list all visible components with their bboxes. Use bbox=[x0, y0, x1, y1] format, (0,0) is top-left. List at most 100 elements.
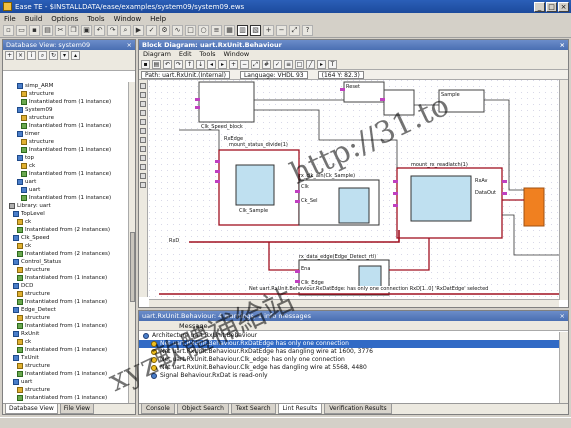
search-icon[interactable]: ⌕ bbox=[38, 51, 47, 60]
palette-bus-icon[interactable] bbox=[140, 110, 146, 116]
grid-icon[interactable]: # bbox=[262, 60, 271, 69]
menu-tools[interactable]: Tools bbox=[87, 15, 104, 23]
tree-item[interactable]: ck bbox=[3, 338, 129, 346]
back-icon[interactable]: ◂ bbox=[207, 60, 216, 69]
diagram-vscroll[interactable] bbox=[559, 80, 568, 300]
tree-item[interactable]: Instantiated from (1 instance) bbox=[3, 122, 129, 130]
message-row[interactable]: Architecture uart.RxUnit.Behaviour bbox=[139, 332, 559, 340]
tree-item[interactable]: Instantiated from (1 instance) bbox=[3, 394, 129, 402]
palette-select-icon[interactable] bbox=[140, 83, 146, 89]
palette-generic-icon[interactable] bbox=[140, 164, 146, 170]
message-row[interactable]: Net uart.RxUnit.Behaviour.RxDatEdge has … bbox=[139, 348, 559, 356]
diagram-menu-diagram[interactable]: Diagram bbox=[143, 50, 171, 59]
tree-item[interactable]: structure bbox=[3, 290, 129, 298]
fit-diagram-icon[interactable]: ⤢ bbox=[251, 60, 260, 69]
tree-item[interactable]: structure bbox=[3, 90, 129, 98]
palette-table-icon[interactable] bbox=[140, 155, 146, 161]
menu-window[interactable]: Window bbox=[114, 15, 142, 23]
paste-icon[interactable]: ▣ bbox=[81, 25, 92, 36]
palette-text-icon[interactable] bbox=[140, 128, 146, 134]
copy-icon[interactable]: ❐ bbox=[68, 25, 79, 36]
tree-item[interactable]: TopLevel bbox=[3, 210, 129, 218]
expand-icon[interactable]: ▾ bbox=[60, 51, 69, 60]
tree-item[interactable]: ck bbox=[3, 218, 129, 226]
hierarchy-path[interactable]: Path: uart.RxUnit.(Internal) bbox=[141, 70, 230, 79]
palette-wire-icon[interactable] bbox=[140, 101, 146, 107]
new-library-icon[interactable]: + bbox=[5, 51, 14, 60]
open-icon[interactable]: ▭ bbox=[16, 25, 27, 36]
tree-item[interactable]: DCD bbox=[3, 282, 129, 290]
close-diagram-icon[interactable]: × bbox=[560, 40, 568, 50]
tree-item[interactable]: Instantiated from (1 instance) bbox=[3, 298, 129, 306]
tree-item[interactable]: Instantiated from (1 instance) bbox=[3, 146, 129, 154]
output-port-block[interactable] bbox=[523, 187, 545, 227]
tree-item[interactable]: Instantiated from (1 instance) bbox=[3, 274, 129, 282]
palette-zoom-icon[interactable] bbox=[140, 182, 146, 188]
palette-comment-icon[interactable] bbox=[140, 173, 146, 179]
close-panel-icon[interactable]: × bbox=[127, 40, 135, 50]
zoom-out-diagram-icon[interactable]: − bbox=[240, 60, 249, 69]
tree-item[interactable]: structure bbox=[3, 138, 129, 146]
redo-icon[interactable]: ↷ bbox=[107, 25, 118, 36]
tree-item[interactable]: Library: uart bbox=[3, 202, 129, 210]
zoom-in-icon[interactable]: + bbox=[263, 25, 274, 36]
tab-text-search[interactable]: Text Search bbox=[230, 404, 276, 414]
message-row[interactable]: Net uart.RxUnit.Behaviour.RxDatEdge has … bbox=[139, 340, 559, 348]
language-field[interactable]: Language: VHDL 93 bbox=[239, 70, 308, 79]
tab-database-view[interactable]: Database View bbox=[5, 404, 58, 414]
tree-item[interactable]: structure bbox=[3, 362, 129, 370]
message-scrollbar[interactable] bbox=[559, 332, 568, 404]
find-icon[interactable]: ⌕ bbox=[120, 25, 131, 36]
compile-icon[interactable]: ⚙ bbox=[159, 25, 170, 36]
tree-item[interactable]: uart bbox=[3, 178, 129, 186]
message-row[interactable]: Net uart.RxUnit.Behaviour.Clk_edge has d… bbox=[139, 364, 559, 372]
tree-item[interactable]: Clk_Speed bbox=[3, 234, 129, 242]
block-top-right[interactable] bbox=[383, 89, 415, 116]
properties-icon[interactable]: i bbox=[27, 51, 36, 60]
undo-diagram-icon[interactable]: ↶ bbox=[163, 60, 172, 69]
tree-item[interactable]: structure bbox=[3, 114, 129, 122]
tree-item[interactable]: RxUnit bbox=[3, 330, 129, 338]
print-icon[interactable]: ▤ bbox=[42, 25, 53, 36]
diagram-menu-edit[interactable]: Edit bbox=[179, 50, 192, 59]
tree-item[interactable]: structure bbox=[3, 266, 129, 274]
diagram-menu-tools[interactable]: Tools bbox=[200, 50, 216, 59]
window-tile-icon[interactable]: ▥ bbox=[237, 25, 248, 36]
tree-item[interactable]: TxUnit bbox=[3, 354, 129, 362]
redo-diagram-icon[interactable]: ↷ bbox=[174, 60, 183, 69]
delete-icon[interactable]: × bbox=[16, 51, 25, 60]
generate-icon[interactable]: ▶ bbox=[133, 25, 144, 36]
refresh-icon[interactable]: ↻ bbox=[49, 51, 58, 60]
print-diagram-icon[interactable]: ▤ bbox=[152, 60, 161, 69]
save-diagram-icon[interactable]: ▪ bbox=[141, 60, 150, 69]
block-top-left[interactable] bbox=[198, 81, 255, 123]
down-hierarchy-icon[interactable]: ↓ bbox=[196, 60, 205, 69]
tree-item[interactable]: Instantiated from (1 instance) bbox=[3, 346, 129, 354]
tree-item[interactable]: Control_Status bbox=[3, 258, 129, 266]
undo-icon[interactable]: ↶ bbox=[94, 25, 105, 36]
wire-tool-icon[interactable]: ╱ bbox=[306, 60, 315, 69]
tree-item[interactable]: Instantiated from (1 instance) bbox=[3, 322, 129, 330]
collapse-icon[interactable]: ▴ bbox=[71, 51, 80, 60]
tree-item[interactable]: Edge_Detect bbox=[3, 306, 129, 314]
palette-fsm-icon[interactable] bbox=[140, 146, 146, 152]
tree-item[interactable]: Instantiated from (1 instance) bbox=[3, 98, 129, 106]
menu-build[interactable]: Build bbox=[25, 15, 43, 23]
zoom-out-icon[interactable]: − bbox=[276, 25, 287, 36]
menu-help[interactable]: Help bbox=[150, 15, 166, 23]
tab-file-view[interactable]: File View bbox=[59, 404, 94, 414]
tree-item[interactable]: uart bbox=[3, 378, 129, 386]
palette-block-icon[interactable] bbox=[140, 92, 146, 98]
tree-item[interactable]: top bbox=[3, 154, 129, 162]
window-cascade-icon[interactable]: ▧ bbox=[250, 25, 261, 36]
tab-object-search[interactable]: Object Search bbox=[176, 404, 229, 414]
diagram-canvas[interactable]: mount_status_divide(1) rx_clk_ain(Ck_Sam… bbox=[149, 80, 559, 297]
generate-hdl-icon[interactable]: ≡ bbox=[284, 60, 293, 69]
simulate-icon[interactable]: ∿ bbox=[172, 25, 183, 36]
tree-item[interactable]: Instantiated from (1 instance) bbox=[3, 194, 129, 202]
tree-item[interactable]: simp_ARM bbox=[3, 82, 129, 90]
message-row[interactable]: Net uart.RxUnit.Behaviour.Clk_edge: has … bbox=[139, 356, 559, 364]
diagram-hscroll[interactable] bbox=[149, 299, 559, 307]
tree-item[interactable]: ck bbox=[3, 162, 129, 170]
help-icon[interactable]: ? bbox=[302, 25, 313, 36]
